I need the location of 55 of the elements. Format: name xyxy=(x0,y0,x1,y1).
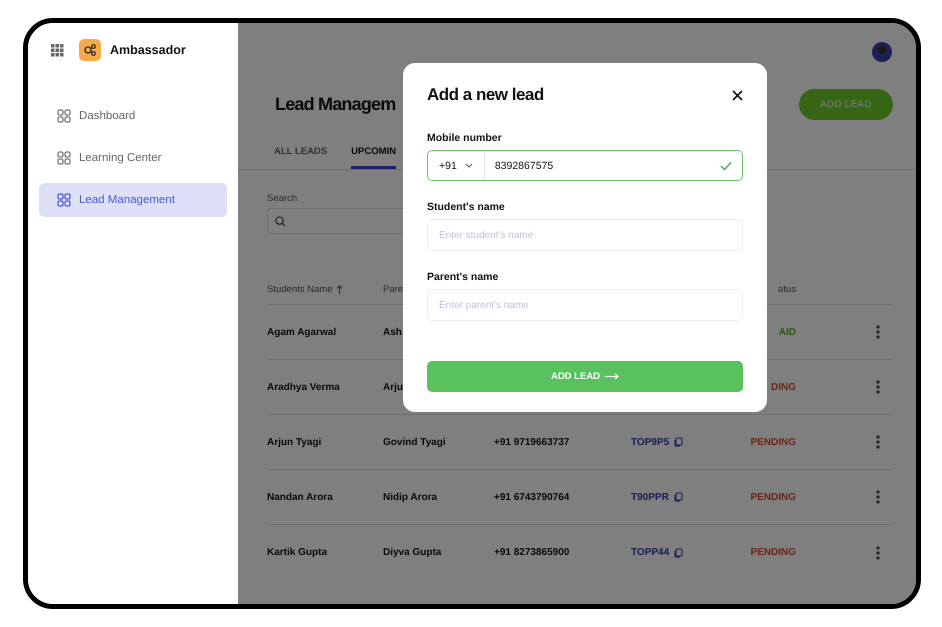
table-cell-text: Agam Agarwal xyxy=(267,326,338,338)
logo-icon xyxy=(79,39,101,61)
table-cell-text: +91 9719663737 xyxy=(494,436,570,448)
referral-code: T90PPR xyxy=(631,492,669,502)
close-icon[interactable] xyxy=(732,90,743,100)
table-cell-text: Kartik Gupta xyxy=(267,547,328,558)
status-label: PENDING xyxy=(749,492,796,502)
grid-icon xyxy=(57,151,71,165)
tab[interactable]: ALL LEADS xyxy=(274,140,328,169)
grid-icon xyxy=(57,193,71,207)
sidebar-item[interactable]: Dashboard xyxy=(39,99,227,133)
app-name: Ambassador xyxy=(110,43,186,57)
dialog-title: Add a new lead xyxy=(427,85,544,105)
column-header: atus xyxy=(777,284,796,294)
table-cell-text: Arju xyxy=(383,382,404,392)
table-cell-text: Diyva Gupta xyxy=(383,547,442,558)
table-cell-text: Nandan Arora xyxy=(267,492,334,502)
sidebar-item[interactable]: Lead Management xyxy=(39,183,227,217)
field-label: Mobile number xyxy=(427,132,503,144)
table-cell-text: +91 6743790764 xyxy=(494,492,570,502)
apps-grid-icon[interactable] xyxy=(51,44,64,56)
referral-code: TOPP44 xyxy=(631,547,670,558)
tab[interactable]: UPCOMIN xyxy=(351,140,396,169)
field-label: Student's name xyxy=(427,201,506,213)
search-icon xyxy=(275,216,286,226)
check-icon xyxy=(720,160,732,170)
copy-icon xyxy=(672,492,683,502)
status-label: AID xyxy=(778,326,796,338)
page-title: Lead Managem xyxy=(275,94,396,114)
input-field[interactable]: Enter student's name xyxy=(427,219,743,251)
search-label: Search xyxy=(267,193,298,204)
column-header[interactable]: Students Name xyxy=(267,284,332,294)
table-cell-text: +91 8273865900 xyxy=(494,547,570,558)
table-cell-text: Ash xyxy=(383,326,403,338)
status-label: PENDING xyxy=(749,547,796,558)
table-cell-text: Arjun Tyagi xyxy=(267,436,322,448)
table-cell-text: Nidip Arora xyxy=(383,492,438,502)
table-cell-text: Govind Tyagi xyxy=(383,436,447,448)
input-field[interactable]: Enter parent's name xyxy=(427,289,743,321)
table-cell-text: Aradhya Verma xyxy=(267,382,341,392)
field-label: Parent's name xyxy=(427,271,500,283)
grid-icon xyxy=(57,109,71,123)
country-code-dropdown[interactable]: +91 xyxy=(428,151,485,180)
copy-icon xyxy=(673,548,684,558)
phone-field[interactable]: +91 8392867575 xyxy=(427,150,743,181)
sidebar-item[interactable]: Learning Center xyxy=(39,141,227,175)
sort-arrow-icon xyxy=(336,284,344,294)
status-label: PENDING xyxy=(749,436,796,448)
column-header: Pare xyxy=(383,284,404,294)
status-label: DING xyxy=(770,382,796,392)
avatar[interactable] xyxy=(872,42,892,62)
arrow-right-icon xyxy=(605,373,620,380)
referral-code: TOP9P5 xyxy=(631,436,670,448)
chevron-down-icon xyxy=(464,163,473,168)
copy-icon xyxy=(673,437,684,447)
